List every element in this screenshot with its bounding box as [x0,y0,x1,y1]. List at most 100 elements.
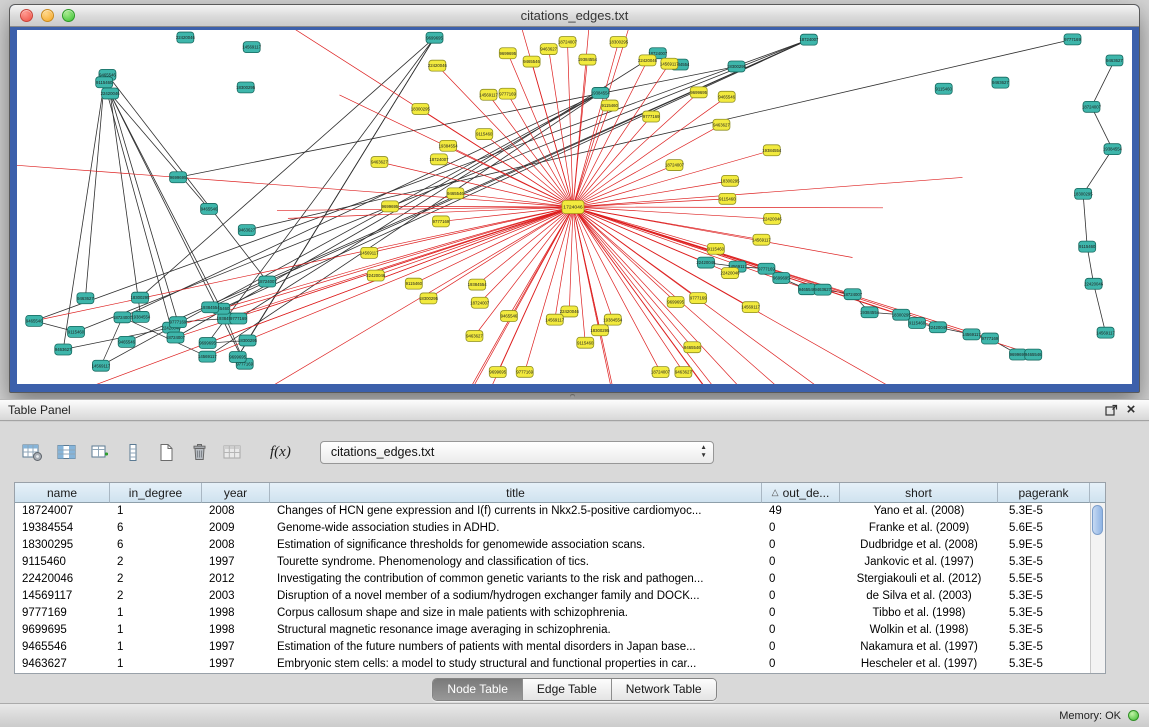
svg-text:9463627: 9463627 [1106,58,1123,63]
table-row[interactable]: 1872400712008Changes of HCN gene express… [15,503,1105,520]
window-titlebar[interactable]: citations_edges.txt [10,5,1139,27]
svg-text:9115460: 9115460 [708,246,725,251]
window-title: citations_edges.txt [10,5,1139,26]
tab-node-table[interactable]: Node Table [433,679,522,700]
cell-name: 18300295 [15,537,110,554]
cell-short: Franke et al. (2009) [840,520,998,537]
table-panel-header: Table Panel × [0,399,1149,421]
svg-text:9699695: 9699695 [489,370,506,375]
svg-text:19384554: 19384554 [603,317,623,322]
svg-text:18724007: 18724007 [558,40,578,45]
table-row[interactable]: 1456911722003Disruption of a novel membe… [15,588,1105,605]
svg-text:22420046: 22420046 [1084,281,1104,286]
cell-name: 9465546 [15,639,110,656]
svg-text:9699695: 9699695 [199,341,216,346]
svg-text:22420046: 22420046 [696,260,716,265]
close-panel-icon[interactable]: × [1121,401,1141,419]
table-scrollbar[interactable] [1090,503,1105,673]
svg-text:9777169: 9777169 [230,316,247,321]
cell-name: 9463627 [15,656,110,673]
close-window-icon[interactable] [20,9,33,22]
svg-text:14569117: 14569117 [360,250,379,255]
svg-text:9463627: 9463627 [675,370,692,375]
table-row[interactable]: 1830029562008Estimation of significance … [15,537,1105,554]
svg-text:9463627: 9463627 [238,228,255,233]
table-panel-body: f(x) citations_edges.txt ▲▼ namein_degre… [0,422,1149,703]
svg-text:9463627: 9463627 [371,160,388,165]
combo-arrows-icon: ▲▼ [700,444,706,460]
zoom-window-icon[interactable] [62,9,75,22]
svg-text:14569117: 14569117 [479,92,498,97]
svg-text:22420046: 22420046 [366,273,386,278]
svg-text:9115460: 9115460 [909,321,926,326]
cell-title: Tourette syndrome. Phenomenology and cla… [270,554,762,571]
cell-year: 1998 [202,622,270,639]
svg-text:9777169: 9777169 [516,369,533,374]
tab-network-table[interactable]: Network Table [611,679,716,700]
table-row[interactable]: 2242004622012Investigating the contribut… [15,571,1105,588]
create-column-icon[interactable] [90,440,110,464]
float-panel-icon[interactable] [1101,401,1121,419]
table-tabs-bar: Node TableEdge TableNetwork Table [0,678,1149,701]
column-header-out_de[interactable]: △out_de... [762,483,840,503]
svg-text:22420046: 22420046 [763,216,783,221]
cell-in_degree: 1 [110,656,202,673]
cell-short: Yano et al. (2008) [840,503,998,520]
table-selector-dropdown[interactable]: citations_edges.txt ▲▼ [320,441,714,464]
svg-text:9465546: 9465546 [201,207,218,212]
delete-icon[interactable] [189,440,209,464]
svg-text:18724007: 18724007 [665,163,685,168]
cell-out_de: 0 [762,520,840,537]
row-height-icon[interactable] [123,440,143,464]
cell-pagerank: 5.3E-5 [998,656,1090,673]
table-toolbar: f(x) citations_edges.txt ▲▼ [22,436,714,468]
table-selector-value: citations_edges.txt [331,445,435,459]
svg-text:9115460: 9115460 [1079,244,1096,249]
svg-text:9699695: 9699695 [499,51,516,56]
column-header-name[interactable]: name [15,483,110,503]
cell-in_degree: 1 [110,605,202,622]
import-table-icon[interactable] [222,440,243,464]
new-file-icon[interactable] [156,440,176,464]
column-header-pagerank[interactable]: pagerank [998,483,1090,503]
column-header-title[interactable]: title [270,483,762,503]
column-header-short[interactable]: short [840,483,998,503]
table-row[interactable]: 911546021997Tourette syndrome. Phenomeno… [15,554,1105,571]
svg-text:22420046: 22420046 [176,35,196,40]
cell-title: Genome-wide association studies in ADHD. [270,520,762,537]
table-row[interactable]: 977716911998Corpus callosum shape and si… [15,605,1105,622]
svg-text:9699695: 9699695 [690,90,707,95]
table-header: namein_degreeyeartitle△out_de...shortpag… [15,483,1105,503]
function-builder-icon[interactable]: f(x) [270,440,291,464]
table-row[interactable]: 946554611997Estimation of the future num… [15,639,1105,656]
svg-text:9777169: 9777169 [982,336,999,341]
scrollbar-thumb[interactable] [1092,505,1103,535]
minimize-window-icon[interactable] [41,9,54,22]
cell-in_degree: 6 [110,520,202,537]
column-header-in_degree[interactable]: in_degree [110,483,202,503]
table-row[interactable]: 1938455462009Genome-wide association stu… [15,520,1105,537]
svg-text:18300295: 18300295 [727,64,747,69]
table-row[interactable]: 969969511998Structural magnetic resonanc… [15,622,1105,639]
svg-text:18724007: 18724007 [166,335,186,340]
svg-text:9777169: 9777169 [499,91,516,96]
network-window[interactable]: citations_edges.txt 18724007 19384554 1830… [9,4,1140,393]
network-canvas[interactable]: 18724007 19384554 18300295 9115460 22420046 1… [17,30,1132,384]
cell-year: 2012 [202,571,270,588]
svg-text:9465546: 9465546 [718,94,735,99]
svg-text:18300295: 18300295 [721,178,741,183]
panel-splitter-handle[interactable] [570,394,575,398]
svg-text:19384554: 19384554 [439,143,459,148]
table-row[interactable]: 946362711997Embryonic stem cells: a mode… [15,656,1105,673]
cell-out_de: 0 [762,656,840,673]
show-columns-icon[interactable] [56,440,77,464]
table-body: 1872400712008Changes of HCN gene express… [15,503,1105,673]
svg-text:14569117: 14569117 [660,61,679,66]
cell-pagerank: 5.5E-5 [998,571,1090,588]
svg-text:9699695: 9699695 [773,276,790,281]
tab-edge-table[interactable]: Edge Table [522,679,611,700]
table-tabs: Node TableEdge TableNetwork Table [432,678,716,701]
sort-ascending-icon: △ [772,487,779,498]
table-options-icon[interactable] [22,440,43,464]
column-header-year[interactable]: year [202,483,270,503]
